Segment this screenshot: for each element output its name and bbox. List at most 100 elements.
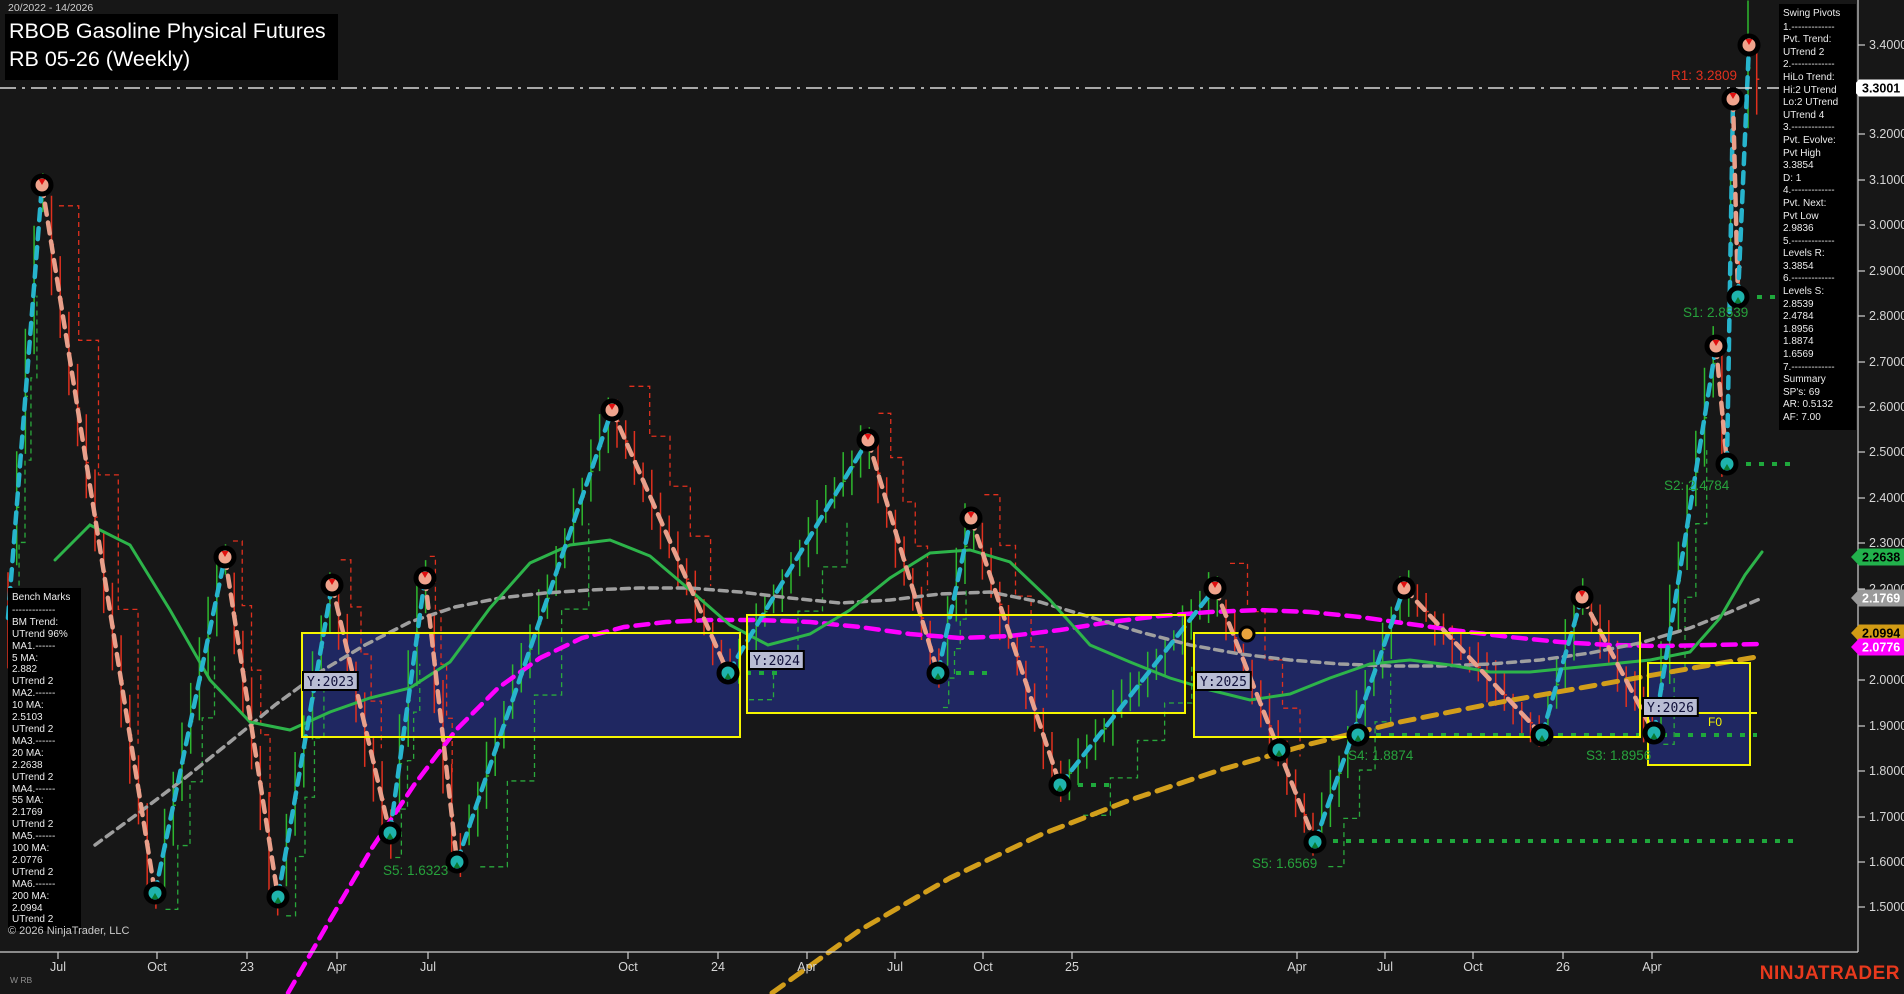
candle: [1425, 593, 1429, 622]
panel-line: BM Trend:: [12, 616, 59, 628]
panel-line: 1.8956: [1783, 323, 1814, 335]
swing-zigzag-line: [1735, 42, 1752, 300]
panel-line: MA1.------: [12, 640, 56, 652]
panel-line: D: 1: [1783, 172, 1802, 184]
candle: [216, 561, 220, 637]
candle: [485, 741, 490, 809]
panel-line: 2.2638: [12, 759, 43, 771]
panel-line: UTrend 96%: [12, 628, 68, 640]
time-tick-label: 26: [1556, 960, 1570, 974]
panel-line: 5.-------------: [1783, 235, 1835, 247]
panel-line: 1.8874: [1783, 336, 1814, 348]
price-tick-label: 1.9000: [1869, 719, 1904, 733]
price-tick-label: 2.6000: [1869, 400, 1904, 414]
panel-line: 2.8539: [1783, 298, 1814, 310]
price-tick-label: 1.5000: [1869, 900, 1904, 914]
panel-line: MA4.------: [12, 783, 56, 795]
panel-line: Lo:2 UTrend: [1783, 97, 1839, 109]
f0-label: F0: [1708, 715, 1722, 729]
price-tick-label: 2.0000: [1869, 673, 1904, 687]
candle: [207, 596, 211, 677]
panel-line: 10 MA:: [12, 700, 44, 712]
panel-line: 1.-------------: [1783, 21, 1835, 33]
price-tick-label: 3.2000: [1869, 127, 1904, 141]
panel-line: UTrend 2: [12, 723, 54, 735]
panel-line: Pvt High: [1783, 147, 1821, 159]
panel-line: UTrend 2: [12, 819, 54, 831]
chart-title-line2: RB 05-26 (Weekly): [9, 47, 191, 72]
price-marker-label: 2.2638: [1862, 551, 1900, 565]
panel-line: AF: 7.00: [1783, 412, 1821, 423]
candle: [851, 450, 855, 496]
time-tick-label: Oct: [147, 960, 167, 974]
candle: [1303, 793, 1307, 833]
price-tick-label: 2.5000: [1869, 445, 1904, 459]
price-tick-label: 2.7000: [1869, 355, 1904, 369]
swing-pivots-panel: Swing Pivots 1.------------- Pvt. Trend: U…: [1779, 4, 1856, 430]
price-tick-label: 1.8000: [1869, 764, 1904, 778]
panel-line: Hi:2 UTrend: [1783, 84, 1837, 96]
panel-line: 55 MA:: [12, 795, 44, 807]
price-marker-label: 2.0994: [1862, 627, 1900, 641]
panel-line: 3.3854: [1783, 160, 1814, 172]
price-tick-label: 3.1000: [1869, 173, 1904, 187]
swing-zigzag-line: [1724, 96, 1736, 467]
bench-marks-title: Bench Marks: [12, 592, 71, 603]
panel-line: 2.882: [12, 664, 38, 676]
panel-line: UTrend 4: [1783, 109, 1825, 121]
price-marker-label: 3.3001: [1862, 82, 1900, 96]
time-tick-label: 24: [711, 960, 725, 974]
chart-window: F0 Y:2023 Y:2024 Y:2025 Y:2026 3.4000 3.2000 3.…: [0, 0, 1904, 994]
panel-line: UTrend 2: [12, 676, 54, 688]
price-tick-label: 2.9000: [1869, 264, 1904, 278]
panel-line: HiLo Trend:: [1783, 71, 1835, 83]
price-marker-label: 2.1769: [1862, 592, 1900, 606]
panel-line: Summary: [1783, 374, 1826, 386]
sr-level-label: S3: 1.8956: [1586, 748, 1651, 763]
panel-line: MA3.------: [12, 735, 56, 747]
panel-line: Pvt. Evolve:: [1783, 134, 1836, 146]
panel-line: MA5.------: [12, 831, 56, 843]
panel-line: Levels S:: [1783, 286, 1825, 298]
price-tick-label: 2.4000: [1869, 491, 1904, 505]
panel-line: 1.6569: [1783, 349, 1814, 361]
panel-line: UTrend 2: [12, 866, 54, 878]
time-tick-label: Jul: [887, 960, 903, 974]
time-tick-label: Apr: [1287, 960, 1306, 974]
panel-line: 2.1769: [12, 807, 43, 819]
panel-line: 2.0776: [12, 854, 43, 866]
ninjatrader-logo: NINJATRADER: [1759, 963, 1900, 984]
time-tick-label: 23: [240, 960, 254, 974]
time-tick-label: Oct: [618, 960, 638, 974]
panel-line: 100 MA:: [12, 843, 50, 855]
candle: [798, 539, 803, 577]
price-tick-label: 3.0000: [1869, 218, 1904, 232]
candle: [1755, 47, 1760, 115]
chart-title-line1: RBOB Gasoline Physical Futures: [9, 19, 326, 43]
year-label: Y:2023: [307, 675, 354, 690]
panel-line: 6.-------------: [1783, 273, 1835, 285]
price-chart-canvas[interactable]: F0 Y:2023 Y:2024 Y:2025 Y:2026 3.4000 3.2000 3.…: [0, 0, 1904, 994]
chart-title: RBOB Gasoline Physical Futures RB 05-26 …: [5, 14, 338, 80]
time-tick-label: Apr: [327, 960, 346, 974]
year-label: Y:2026: [1647, 701, 1694, 716]
bench-marks-lines: ------------- BM Trend: UTrend 96% MA1.----…: [12, 605, 78, 926]
instrument-tag: W RB: [10, 975, 33, 985]
panel-line: 2.0994: [12, 902, 43, 914]
panel-line: Pvt. Trend:: [1783, 34, 1832, 46]
panel-line: Pvt. Next:: [1783, 197, 1827, 209]
panel-line: 4.-------------: [1783, 185, 1835, 197]
price-tick-label: 1.6000: [1869, 855, 1904, 869]
candle: [546, 574, 550, 619]
panel-line: AR: 0.5132: [1783, 399, 1834, 411]
price-tick-label: 1.7000: [1869, 810, 1904, 824]
time-tick-label: 25: [1065, 960, 1079, 974]
trailing-stop-steps: [629, 385, 712, 587]
copyright-label: © 2026 NinjaTrader, LLC: [8, 925, 130, 937]
panel-line: 3.3854: [1783, 260, 1814, 272]
candle: [624, 420, 629, 459]
date-range-label: 20/2022 - 14/2026: [8, 2, 94, 14]
year-label: Y:2025: [1200, 675, 1247, 690]
panel-line: 2.4784: [1783, 311, 1814, 323]
panel-line: MA6.------: [12, 878, 56, 890]
